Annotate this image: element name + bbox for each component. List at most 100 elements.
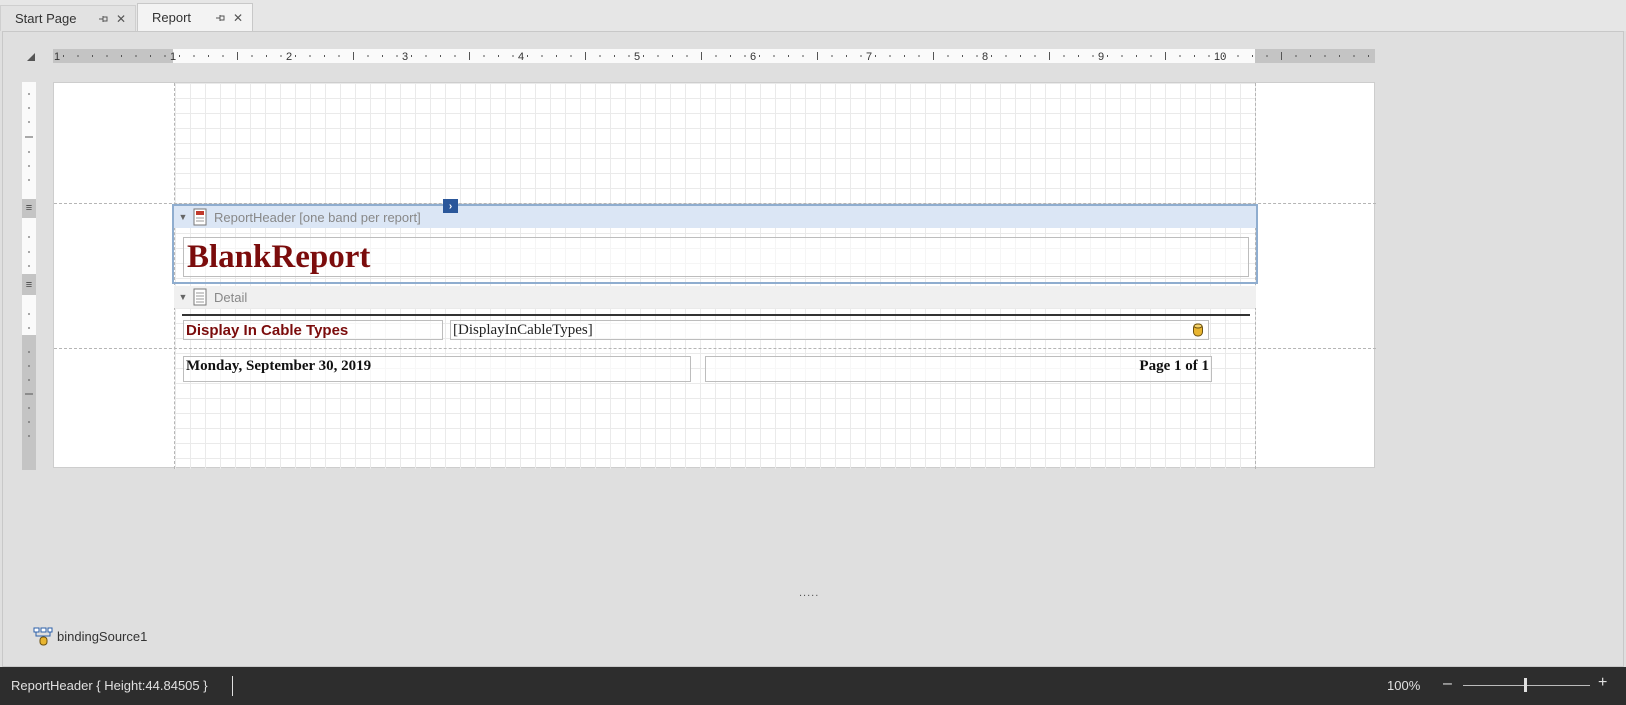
ruler-tick [396,55,398,57]
close-icon[interactable]: ✕ [113,11,129,27]
pin-icon[interactable] [95,11,111,27]
smart-tag-icon[interactable]: › [443,199,458,213]
ruler-tick [1121,55,1123,57]
ruler-tick [875,55,876,57]
ruler-tick [1092,55,1094,57]
ruler-tick [1020,55,1021,57]
zoom-out-button[interactable]: – [1443,675,1452,693]
ruler-tick [1281,52,1282,60]
zoom-in-button[interactable]: + [1598,674,1607,692]
ruler-tick [121,55,122,57]
ruler-tick [730,55,731,57]
data-field-label[interactable]: [DisplayInCableTypes] [450,320,1209,340]
ruler-tick [1266,55,1268,57]
ruler-tick [1252,55,1253,57]
page-info-label[interactable]: Page 1 of 1 [705,356,1212,382]
ruler-tick [1078,55,1079,57]
ruler-tick [744,55,746,57]
ruler-tick [1353,55,1355,57]
ruler-tick [933,52,934,60]
ruler-tick [614,55,615,57]
ruler-tick [208,55,209,57]
ruler-tick [1063,55,1065,57]
caption-label[interactable]: Display In Cable Types [183,320,443,340]
ruler-tick [628,55,630,57]
ruler-tick [92,55,93,57]
ruler-ticks: 1 1 2 3 4 5 6 7 8 9 10 [54,51,1369,63]
ruler-tick [483,55,485,57]
ruler-tick [976,55,978,57]
ruler-tick [556,55,557,57]
ruler-corner-icon [27,53,35,61]
ruler-tick [1034,55,1036,57]
ruler-tick [454,55,456,57]
status-separator [232,676,233,696]
tab-report[interactable]: Report ✕ [137,3,253,31]
ruler-tick [193,55,195,57]
ruler-tick [904,55,905,57]
ruler-tick [802,55,804,57]
ruler-tick [701,52,702,60]
close-icon[interactable]: ✕ [230,10,246,26]
pin-icon[interactable] [212,10,228,26]
ruler-number: 10 [1214,51,1226,63]
vertical-ruler[interactable]: ≡ ≡ [22,82,36,470]
report-page[interactable]: ▼ ReportHeader [one band per report] › B… [53,82,1376,469]
tab-start-page[interactable]: Start Page ✕ [0,5,136,31]
ruler-tick [425,55,427,57]
vruler-ticks [25,93,33,437]
report-header-band-icon [193,208,207,226]
ruler-tick [817,52,818,60]
ruler-tick [1165,52,1166,60]
ruler-tick [599,55,601,57]
detail-separator-line[interactable] [182,314,1250,316]
ruler-tick [1208,55,1210,57]
ruler-tick [309,55,311,57]
ruler-tick [773,55,775,57]
ruler-tick [251,55,253,57]
ruler-tick [353,52,354,60]
ruler-number: 1 [170,51,176,63]
collapse-triangle-icon[interactable]: ▼ [174,292,192,302]
ruler-number: 7 [866,51,872,63]
zoom-value[interactable]: 100% [1387,678,1420,693]
ruler-tick [541,55,543,57]
report-header-band-caption[interactable]: ▼ ReportHeader [one band per report] [174,206,1256,228]
ruler-number: 1 [54,51,60,63]
collapse-triangle-icon[interactable]: ▼ [174,212,192,222]
ruler-tick [338,55,340,57]
ruler-number: 3 [402,51,408,63]
zoom-slider-thumb[interactable] [1524,678,1527,692]
band-label: ReportHeader [one band per report] [214,209,421,225]
ruler-tick [715,55,717,57]
database-field-icon [1193,323,1203,337]
ruler-tick [382,55,383,57]
detail-band-caption[interactable]: ▼ Detail [174,286,1256,308]
ruler-tick [1107,55,1108,57]
detail-band-icon [193,288,207,306]
ruler-tick [788,55,789,57]
ruler-tick [1136,55,1137,57]
surface-resize-handle[interactable]: ..... [799,587,819,599]
selection-info: ReportHeader { Height:44.84505 } [11,678,208,693]
report-title-label[interactable]: BlankReport [183,237,1249,277]
ruler-tick [77,55,79,57]
ruler-tick [643,55,644,57]
ruler-number: 6 [750,51,756,63]
ruler-tick [367,55,369,57]
ruler-tick [570,55,572,57]
ruler-tick [411,55,412,57]
tab-label: Start Page [15,11,77,26]
ruler-tick [527,55,528,57]
horizontal-ruler[interactable]: 1 1 2 3 4 5 6 7 8 9 10 [53,49,1375,63]
ruler-tick [469,52,470,60]
ruler-tick [759,55,760,57]
date-info-label[interactable]: Monday, September 30, 2019 [183,356,691,382]
ruler-tick [1324,55,1326,57]
ruler-tick [179,55,180,57]
ruler-tick [440,55,441,57]
ruler-number: 5 [634,51,640,63]
component-tray-item[interactable]: bindingSource1 [33,626,147,646]
ruler-tick [672,55,673,57]
ruler-tick [1150,55,1152,57]
